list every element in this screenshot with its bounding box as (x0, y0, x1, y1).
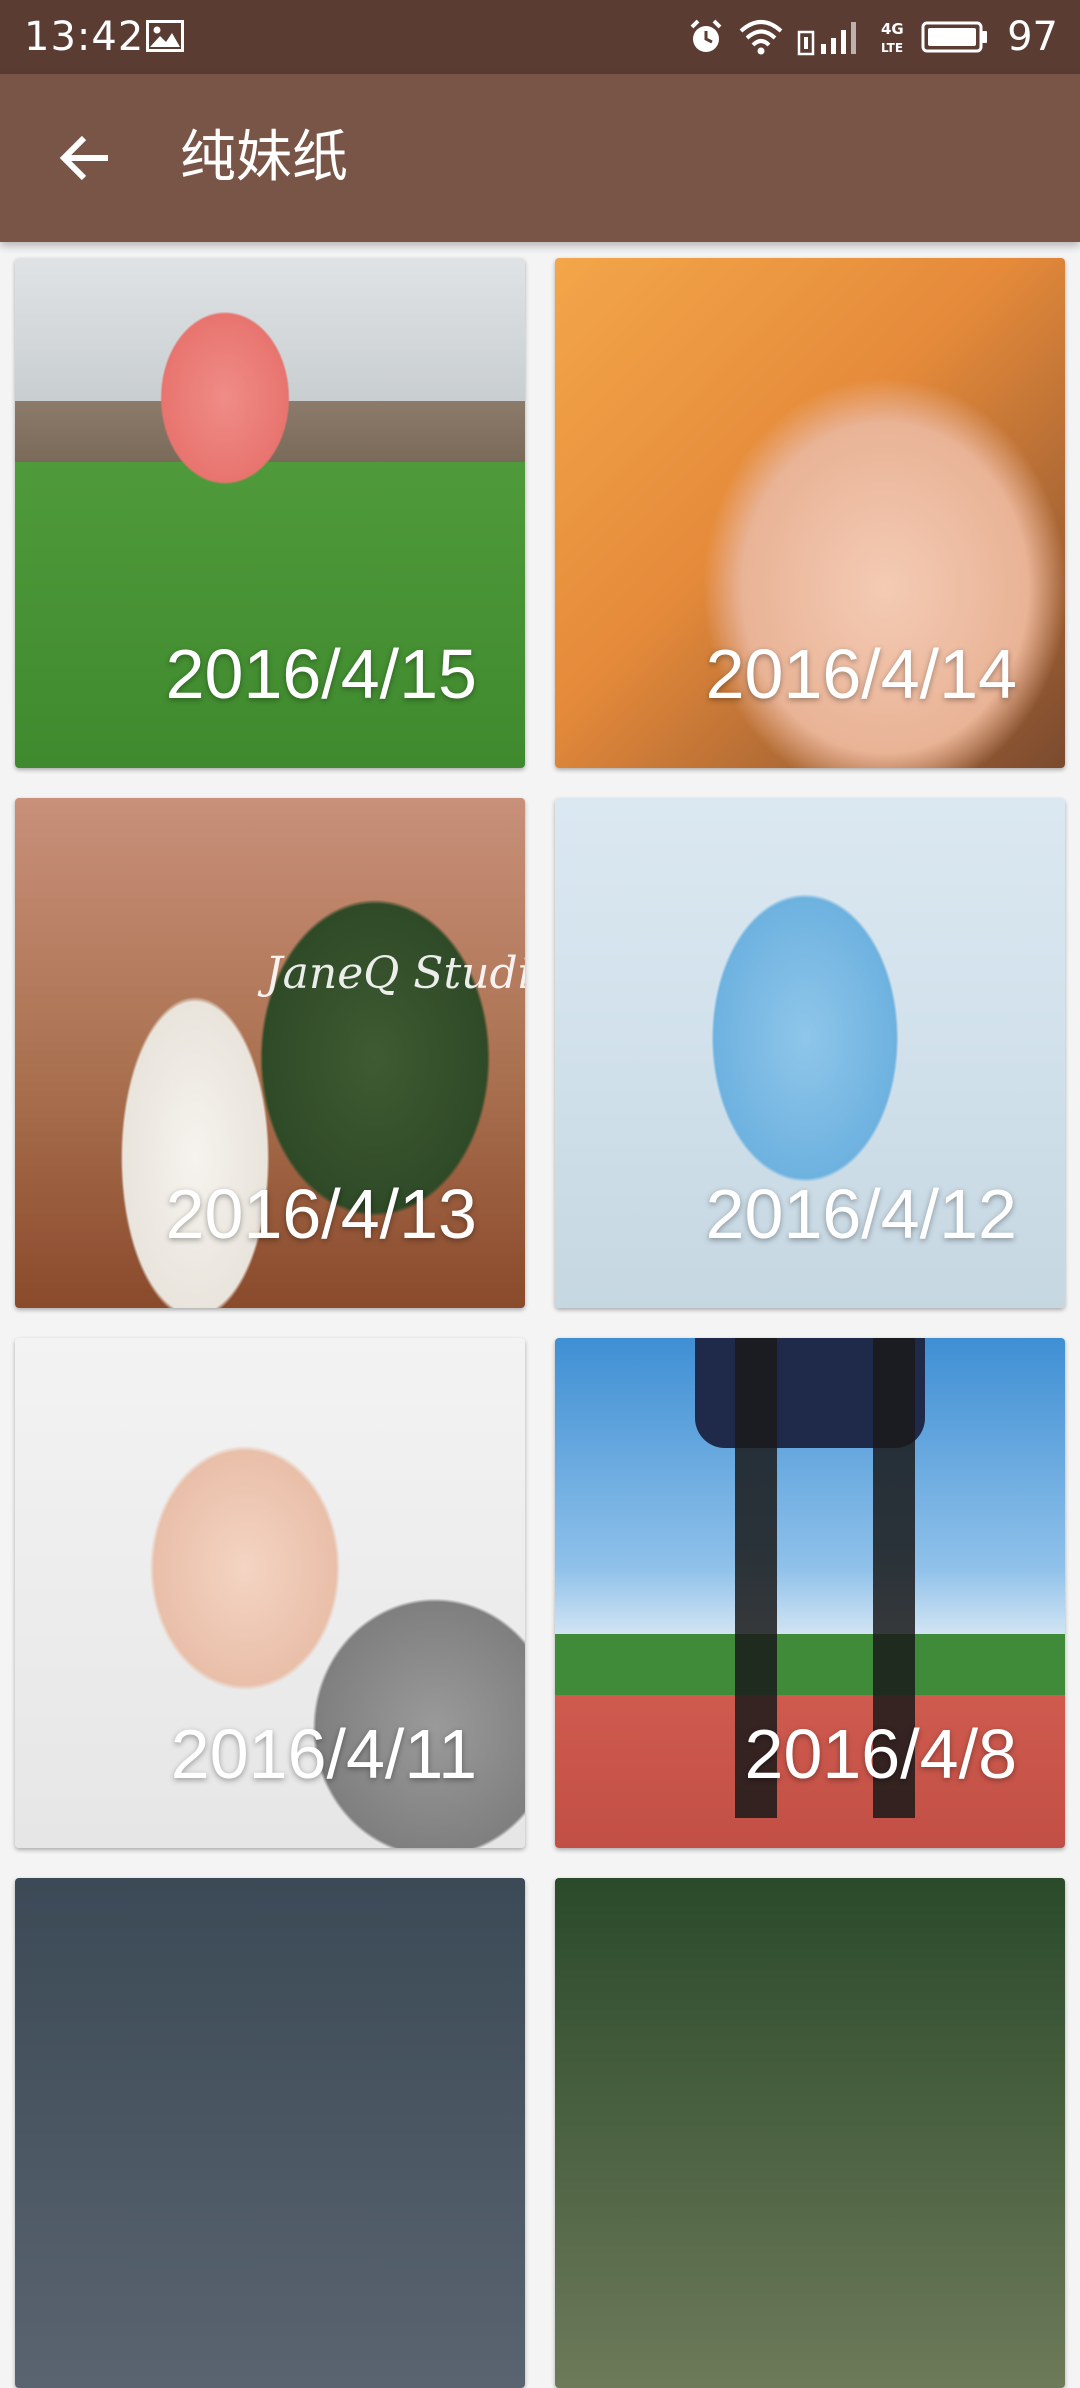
wifi-icon (739, 19, 783, 55)
photo-card[interactable]: 2016/4/12 (555, 798, 1065, 1308)
lte-icon: 4G LTE (881, 18, 907, 56)
status-time: 13:42 (24, 14, 145, 60)
app-bar: 纯妹纸 (0, 74, 1080, 242)
photo-card[interactable] (555, 1878, 1065, 2388)
arrow-left-icon (59, 135, 108, 181)
photo-date: 2016/4/8 (744, 1715, 1017, 1793)
photo-watermark: JaneQ Studio (265, 948, 525, 999)
photo-date: 2016/4/11 (170, 1715, 477, 1793)
photo-image (555, 1878, 1065, 2388)
photo-card[interactable]: 2016/4/11 (15, 1338, 525, 1848)
gallery-icon (146, 20, 184, 52)
photo-card[interactable]: JaneQ Studio 2016/4/13 (15, 798, 525, 1308)
photo-date: 2016/4/13 (165, 1175, 477, 1253)
page-title: 纯妹纸 (180, 125, 348, 190)
back-button[interactable] (44, 118, 124, 198)
photo-card[interactable] (15, 1878, 525, 2388)
svg-text:4G: 4G (881, 20, 904, 38)
photo-card[interactable]: 2016/4/8 (555, 1338, 1065, 1848)
photo-card[interactable]: 2016/4/15 (15, 258, 525, 768)
photo-card[interactable]: 2016/4/14 (555, 258, 1065, 768)
status-bar: 13:42 4G LTE 97 (0, 0, 1080, 74)
status-icons: 4G LTE 97 (687, 0, 1058, 74)
alarm-icon (687, 18, 725, 56)
photo-image (15, 1878, 525, 2388)
photo-date: 2016/4/12 (705, 1175, 1017, 1253)
svg-text:LTE: LTE (881, 41, 903, 55)
photo-date: 2016/4/14 (705, 635, 1017, 713)
battery-icon (921, 20, 989, 54)
signal-icon (797, 18, 867, 56)
photo-date: 2016/4/15 (165, 635, 477, 713)
battery-level: 97 (1007, 14, 1058, 60)
